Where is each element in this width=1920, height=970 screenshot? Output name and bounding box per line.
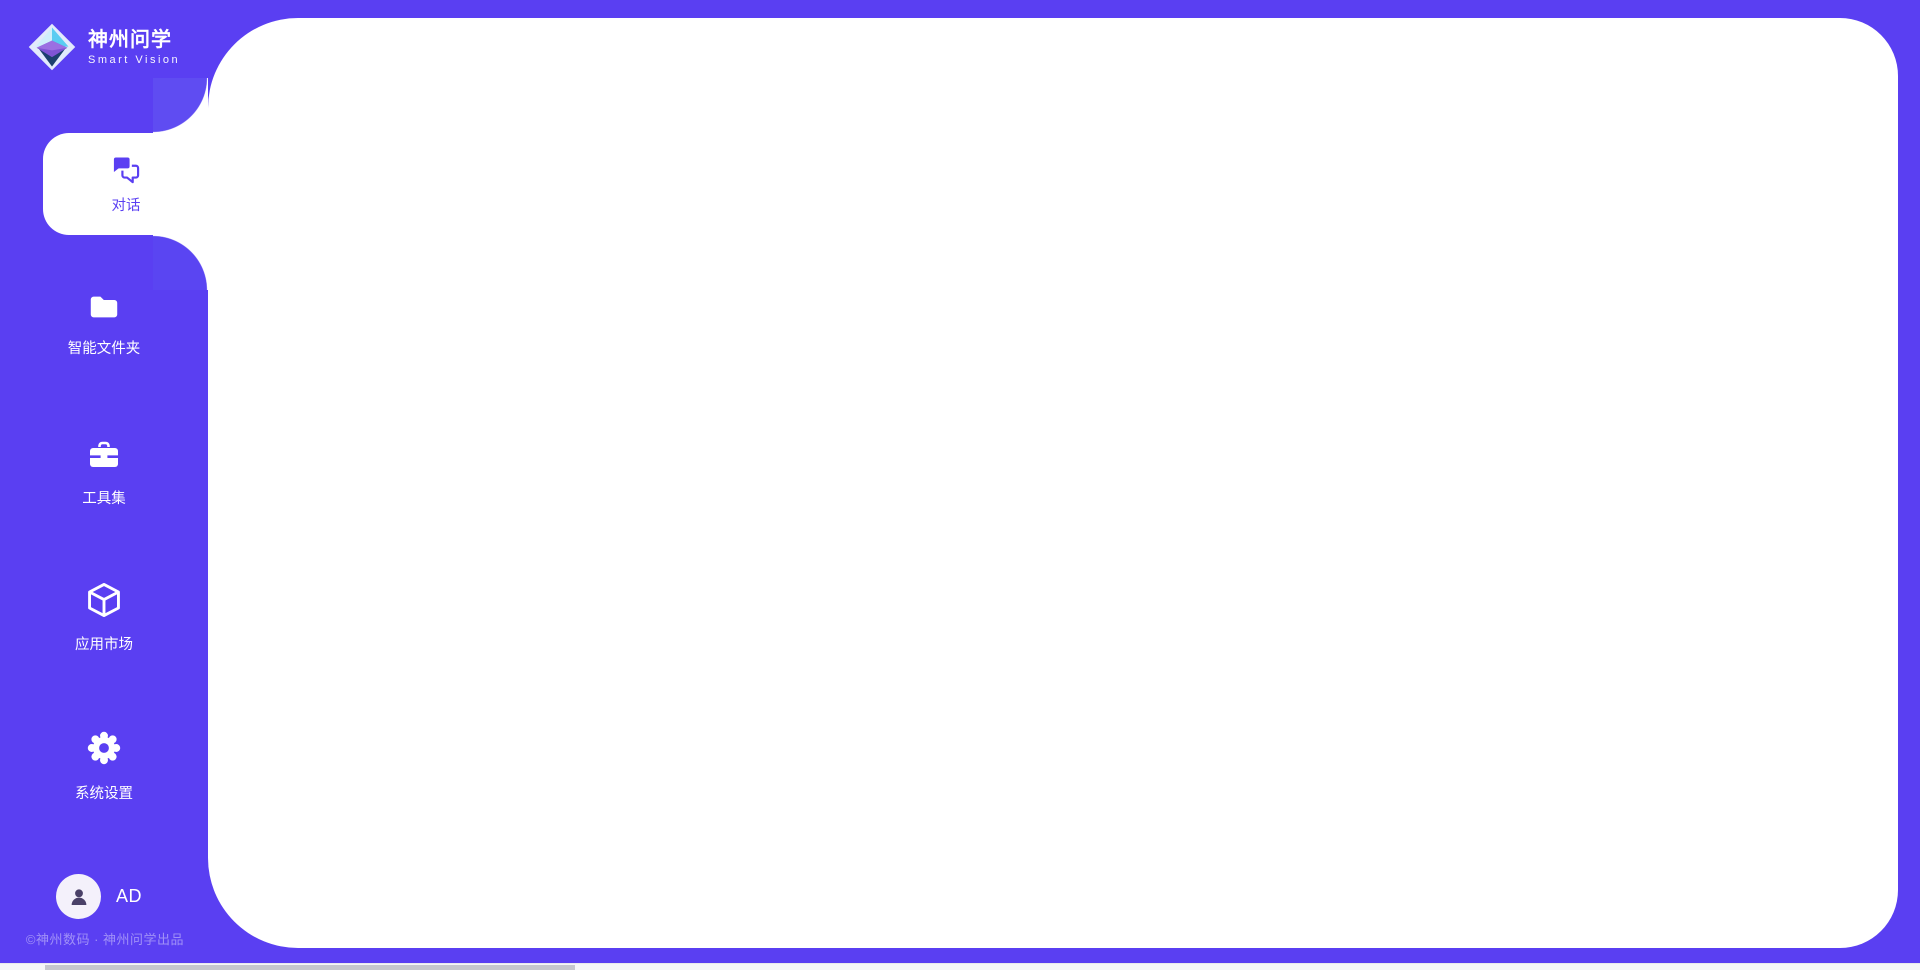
tab-fillet-top (153, 78, 208, 133)
sidebar-item-label: 智能文件夹 (0, 337, 208, 358)
brand-logo-icon (28, 23, 76, 71)
gear-icon (83, 727, 125, 769)
sidebar-item-label: 系统设置 (0, 782, 208, 803)
avatar (56, 874, 101, 919)
toolbox-icon (86, 438, 122, 474)
app-background: 神州问学 Smart Vision 对话 智能文件夹 工具集 应用市场 系统设置 (0, 0, 1920, 963)
sidebar-item-chat[interactable]: 对话 (43, 133, 209, 235)
app-window: 神州问学 Smart Vision 对话 智能文件夹 工具集 应用市场 系统设置 (0, 0, 1920, 970)
sidebar-item-label: 应用市场 (0, 633, 208, 654)
tab-fillet-bottom (153, 235, 208, 290)
copyright-text: ©神州数码 · 神州问学出品 (0, 929, 210, 948)
person-icon (66, 884, 92, 910)
sidebar-item-toolset[interactable]: 工具集 (0, 438, 208, 508)
brand: 神州问学 Smart Vision (28, 23, 180, 71)
user-account[interactable]: AD (56, 874, 142, 919)
chat-bubbles-icon (108, 153, 144, 187)
user-name: AD (116, 886, 142, 907)
sidebar-item-app-market[interactable]: 应用市场 (0, 580, 208, 654)
sidebar-item-label: 对话 (112, 194, 141, 215)
brand-name: 神州问学 (88, 29, 180, 51)
main-panel (208, 18, 1898, 948)
sidebar-item-settings[interactable]: 系统设置 (0, 727, 208, 803)
brand-tagline: Smart Vision (88, 54, 180, 66)
folder-icon (85, 290, 123, 324)
cube-icon (84, 580, 124, 620)
sidebar-item-smart-folder[interactable]: 智能文件夹 (0, 290, 208, 358)
scrollbar-thumb[interactable] (45, 965, 575, 970)
sidebar-item-label: 工具集 (0, 487, 208, 508)
horizontal-scrollbar[interactable] (0, 963, 1920, 970)
